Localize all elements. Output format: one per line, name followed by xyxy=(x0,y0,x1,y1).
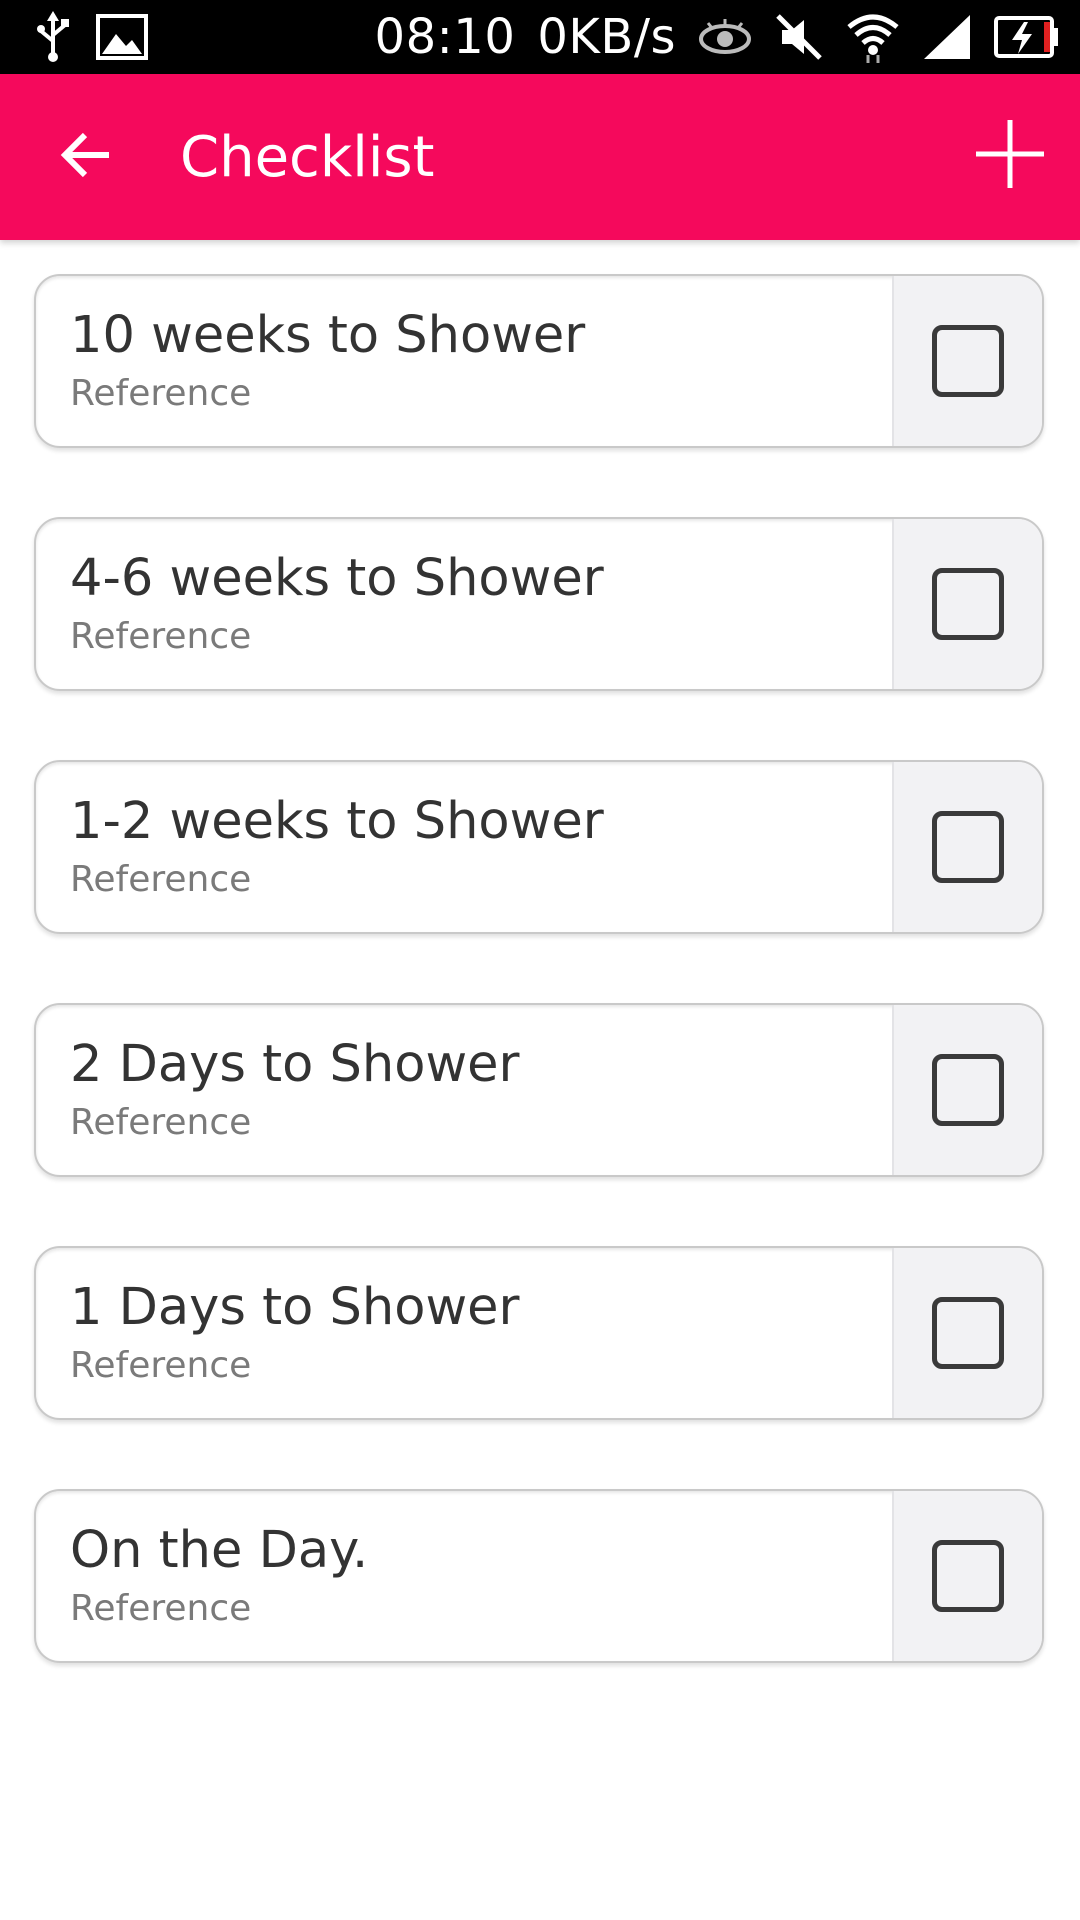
item-subtitle: Reference xyxy=(70,616,252,657)
item-subtitle: Reference xyxy=(70,373,252,414)
item-text: 1-2 weeks to Shower Reference xyxy=(70,790,604,904)
item-checkbox-area[interactable] xyxy=(892,762,1042,932)
status-bar: 08:10 0KB/s xyxy=(0,0,1080,74)
network-speed: 0KB/s xyxy=(537,9,676,65)
checklist-item[interactable]: On the Day. Reference xyxy=(34,1489,1044,1663)
item-subtitle: Reference xyxy=(70,859,252,900)
app-bar: Checklist xyxy=(0,74,1080,240)
checkbox[interactable] xyxy=(932,568,1004,640)
checkbox[interactable] xyxy=(932,325,1004,397)
item-checkbox-area[interactable] xyxy=(892,276,1042,446)
item-text: 10 weeks to Shower Reference xyxy=(70,304,585,418)
image-icon xyxy=(96,14,148,60)
item-text: 2 Days to Shower Reference xyxy=(70,1033,520,1147)
item-checkbox-area[interactable] xyxy=(892,1005,1042,1175)
usb-icon xyxy=(36,11,70,63)
item-text: On the Day. Reference xyxy=(70,1519,368,1633)
arrow-left-icon xyxy=(59,131,111,183)
item-subtitle: Reference xyxy=(70,1102,252,1143)
wifi-icon xyxy=(846,11,900,63)
item-title: 10 weeks to Shower xyxy=(70,306,586,365)
item-title: 1-2 weeks to Shower xyxy=(70,792,604,851)
status-time: 08:10 xyxy=(374,9,516,65)
plus-icon xyxy=(974,118,1046,194)
checkbox[interactable] xyxy=(932,1054,1004,1126)
item-title: 2 Days to Shower xyxy=(70,1035,520,1094)
item-subtitle: Reference xyxy=(70,1345,252,1386)
checklist-item[interactable]: 1 Days to Shower Reference xyxy=(34,1246,1044,1420)
item-title: 1 Days to Shower xyxy=(70,1278,520,1337)
checkbox[interactable] xyxy=(932,1297,1004,1369)
eye-icon xyxy=(698,17,752,57)
checklist-item[interactable]: 1-2 weeks to Shower Reference xyxy=(34,760,1044,934)
checkbox[interactable] xyxy=(932,811,1004,883)
checklist-item[interactable]: 2 Days to Shower Reference xyxy=(34,1003,1044,1177)
checklist-item[interactable]: 10 weeks to Shower Reference xyxy=(34,274,1044,448)
item-title: On the Day. xyxy=(70,1521,369,1580)
checkbox[interactable] xyxy=(932,1540,1004,1612)
mute-icon xyxy=(774,12,824,62)
battery-charging-icon xyxy=(994,14,1060,60)
item-title: 4-6 weeks to Shower xyxy=(70,549,604,608)
add-item-button[interactable] xyxy=(970,116,1050,196)
checklist-item[interactable]: 4-6 weeks to Shower Reference xyxy=(34,517,1044,691)
back-button[interactable] xyxy=(50,122,120,192)
status-bar-right: 08:10 0KB/s xyxy=(375,0,1060,74)
signal-icon xyxy=(922,13,972,61)
item-checkbox-area[interactable] xyxy=(892,519,1042,689)
item-subtitle: Reference xyxy=(70,1588,252,1629)
item-text: 4-6 weeks to Shower Reference xyxy=(70,547,604,661)
item-text: 1 Days to Shower Reference xyxy=(70,1276,520,1390)
status-bar-left xyxy=(36,0,148,74)
item-checkbox-area[interactable] xyxy=(892,1491,1042,1661)
item-checkbox-area[interactable] xyxy=(892,1248,1042,1418)
page-title: Checklist xyxy=(180,124,435,190)
